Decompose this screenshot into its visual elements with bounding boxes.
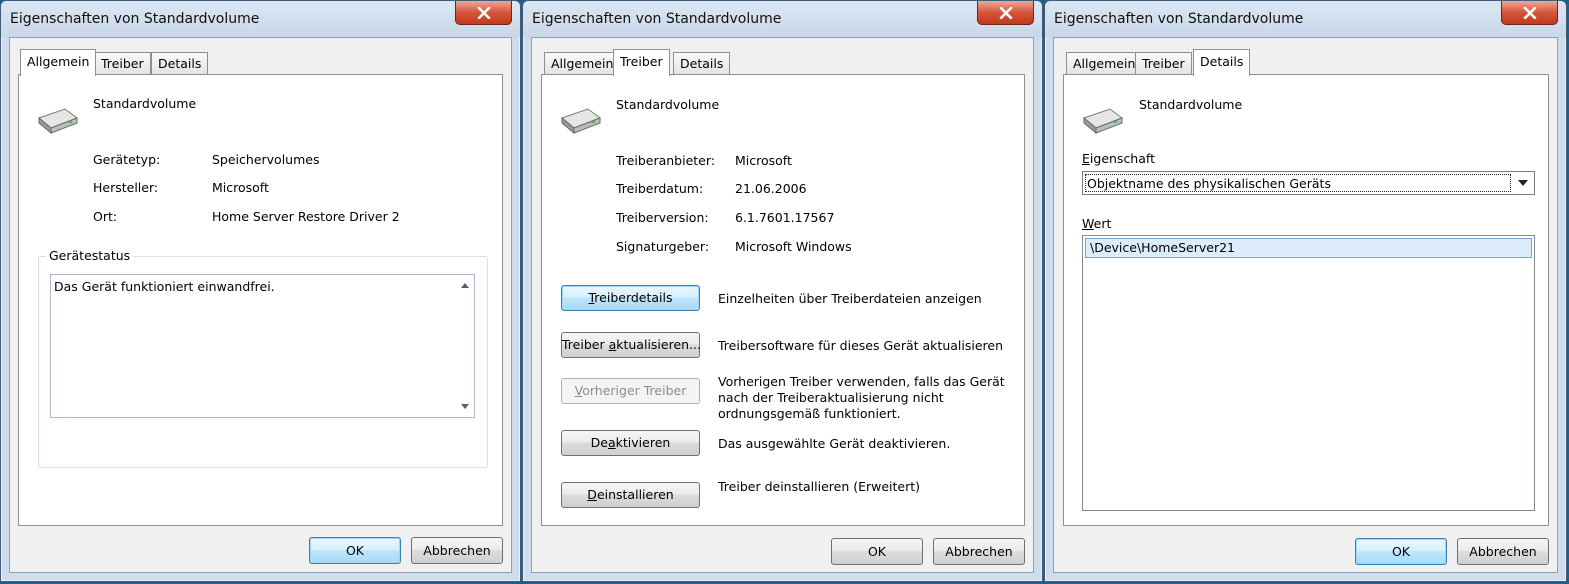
field-value: 21.06.2006 [735,181,807,196]
value-listbox[interactable]: \Device\HomeServer21 [1082,235,1535,511]
tab-treiber[interactable]: Treiber [1135,52,1192,74]
field-label: Ort: [93,209,118,224]
tab-details[interactable]: Details [151,52,209,74]
window-title: Eigenschaften von Standardvolume [10,11,260,27]
field-label: Treiberdatum: [616,181,704,196]
device-name: Standardvolume [616,97,720,112]
field-value: 6.1.7601.17567 [735,210,835,225]
close-button[interactable] [455,1,512,25]
tab-allgemein[interactable]: Allgemein [20,49,97,76]
dialog-client: Allgemein Treiber Details Standardvolume… [531,37,1034,573]
value-label: Wert [1082,216,1112,231]
title-bar[interactable]: Eigenschaften von Standardvolume [1,1,520,37]
rollback-driver-description: Vorherigen Treiber verwenden, falls das … [718,374,1005,421]
cancel-button[interactable]: Abbrechen [933,538,1025,565]
disable-device-description: Das ausgewählte Gerät deaktivieren. [718,436,951,451]
scroll-up-icon[interactable] [461,283,469,288]
uninstall-driver-button[interactable]: Deinstallieren [561,482,700,508]
device-status-textbox[interactable]: Das Gerät funktioniert einwandfrei. [50,274,475,418]
ok-button[interactable]: OK [1355,538,1447,565]
dialog-details: Eigenschaften von Standardvolume Allgeme… [1044,0,1567,582]
device-status-text: Das Gerät funktioniert einwandfrei. [54,279,275,294]
drive-icon [560,108,602,135]
field-label: Signaturgeber: [616,239,710,254]
field-value: Microsoft Windows [735,239,852,254]
property-select[interactable]: Objektname des physikalischen Geräts [1082,171,1535,195]
property-label: Eigenschaft [1082,151,1155,166]
device-name: Standardvolume [1139,97,1243,112]
close-icon [1523,6,1536,19]
field-value: Microsoft [735,153,792,168]
title-bar[interactable]: Eigenschaften von Standardvolume [1045,1,1566,37]
tab-allgemein[interactable]: Allgemein [1066,52,1143,74]
tab-treiber[interactable]: Treiber [94,52,151,74]
close-icon [477,6,490,19]
scroll-down-icon[interactable] [461,404,469,409]
field-value: Microsoft [212,180,269,195]
tab-details[interactable]: Details [1193,49,1251,76]
title-bar[interactable]: Eigenschaften von Standardvolume [523,1,1042,37]
device-status-group: Gerätestatus Das Gerät funktioniert einw… [38,248,488,468]
close-icon [999,6,1012,19]
close-button[interactable] [977,1,1034,25]
tab-allgemein[interactable]: Allgemein [544,52,621,74]
field-label: Gerätetyp: [93,152,161,167]
dialog-driver: Eigenschaften von Standardvolume Allgeme… [522,0,1043,582]
field-value: Speichervolumes [212,152,320,167]
field-value: Home Server Restore Driver 2 [212,209,400,224]
tab-panel-details: Standardvolume Eigenschaft Objektname de… [1063,74,1549,526]
update-driver-description: Treibersoftware für dieses Gerät aktuali… [718,338,1003,353]
device-name: Standardvolume [93,96,197,111]
ok-button[interactable]: OK [831,538,923,565]
cancel-button[interactable]: Abbrechen [411,537,503,564]
field-label: Treiberversion: [616,210,709,225]
uninstall-driver-description: Treiber deinstallieren (Erweitert) [718,479,921,494]
driver-details-description: Einzelheiten über Treiberdateien anzeige… [718,291,982,306]
field-label: Treiberanbieter: [616,153,715,168]
window-title: Eigenschaften von Standardvolume [532,11,782,27]
dialog-client: Allgemein Treiber Details Standardvolume… [9,37,512,573]
rollback-driver-button: Vorheriger Treiber [561,378,700,404]
window-title: Eigenschaften von Standardvolume [1054,11,1304,27]
dialog-client: Allgemein Treiber Details Standardvolume… [1053,37,1558,573]
field-label: Hersteller: [93,180,159,195]
tab-details[interactable]: Details [673,52,731,74]
list-item[interactable]: \Device\HomeServer21 [1085,238,1532,258]
disable-device-button[interactable]: Deaktivieren [561,430,700,456]
drive-icon [1082,108,1124,135]
cancel-button[interactable]: Abbrechen [1457,538,1549,565]
dialog-general: Eigenschaften von Standardvolume Allgeme… [0,0,521,582]
tab-panel-driver: Standardvolume Treiberanbieter: Microsof… [541,74,1025,526]
property-selected-value: Objektname des physikalischen Geräts [1085,174,1511,192]
tab-treiber[interactable]: Treiber [613,49,670,76]
ok-button[interactable]: OK [309,537,401,564]
tab-panel-general: Standardvolume Gerätetyp: Speichervolume… [18,74,503,526]
close-button[interactable] [1501,1,1558,25]
update-driver-button[interactable]: Treiber aktualisieren... [561,332,701,358]
device-status-label: Gerätestatus [46,248,134,263]
driver-details-button[interactable]: Treiberdetails [561,285,700,311]
chevron-down-icon[interactable] [1512,172,1534,194]
drive-icon [37,108,79,135]
